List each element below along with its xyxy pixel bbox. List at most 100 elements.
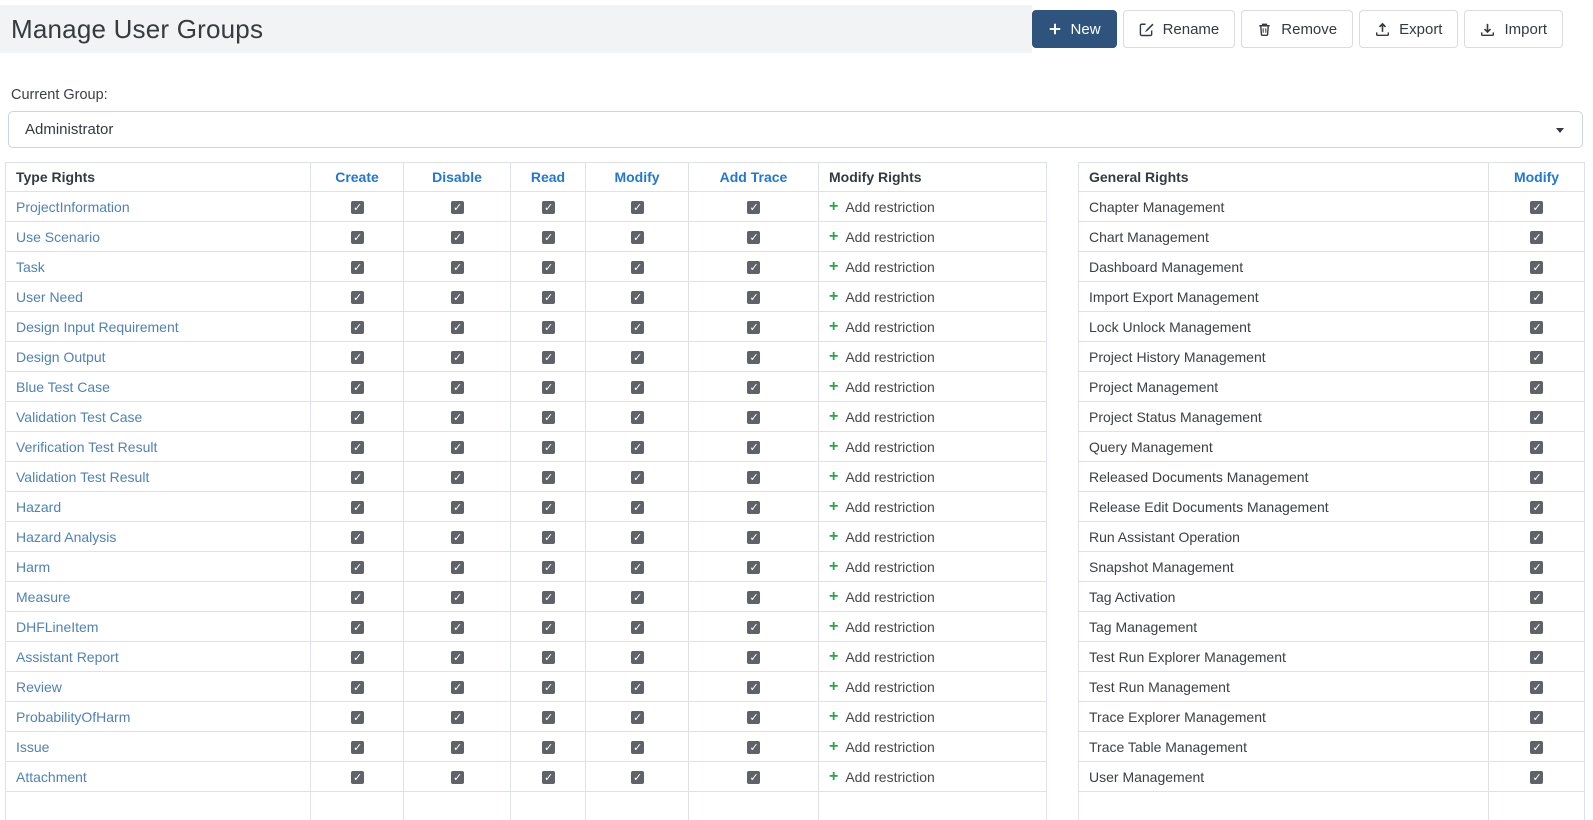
create-checkbox[interactable] xyxy=(351,231,364,244)
add-trace-checkbox[interactable] xyxy=(747,201,760,214)
add-trace-checkbox[interactable] xyxy=(747,381,760,394)
general-modify-checkbox[interactable] xyxy=(1530,471,1543,484)
create-column-header[interactable]: Create xyxy=(311,163,404,192)
disable-checkbox[interactable] xyxy=(451,651,464,664)
general-modify-checkbox[interactable] xyxy=(1530,711,1543,724)
create-checkbox[interactable] xyxy=(351,351,364,364)
read-column-header[interactable]: Read xyxy=(511,163,586,192)
disable-checkbox[interactable] xyxy=(451,681,464,694)
disable-checkbox[interactable] xyxy=(451,501,464,514)
type-name-link[interactable]: Verification Test Result xyxy=(16,439,157,455)
read-checkbox[interactable] xyxy=(542,711,555,724)
add-trace-checkbox[interactable] xyxy=(747,441,760,454)
add-trace-checkbox[interactable] xyxy=(747,471,760,484)
add-trace-checkbox[interactable] xyxy=(747,771,760,784)
create-checkbox[interactable] xyxy=(351,531,364,544)
create-checkbox[interactable] xyxy=(351,681,364,694)
modify-column-header[interactable]: Modify xyxy=(586,163,689,192)
add-restriction-link[interactable]: +Add restriction xyxy=(829,679,935,695)
modify-checkbox[interactable] xyxy=(631,201,644,214)
import-button[interactable]: Import xyxy=(1464,10,1563,48)
type-name-link[interactable]: Design Output xyxy=(16,349,106,365)
general-modify-checkbox[interactable] xyxy=(1530,531,1543,544)
read-checkbox[interactable] xyxy=(542,231,555,244)
add-restriction-link[interactable]: +Add restriction xyxy=(829,379,935,395)
disable-checkbox[interactable] xyxy=(451,471,464,484)
modify-checkbox[interactable] xyxy=(631,621,644,634)
read-checkbox[interactable] xyxy=(542,741,555,754)
add-restriction-link[interactable]: +Add restriction xyxy=(829,589,935,605)
type-name-link[interactable]: Harm xyxy=(16,559,50,575)
general-modify-checkbox[interactable] xyxy=(1530,381,1543,394)
modify-checkbox[interactable] xyxy=(631,591,644,604)
create-checkbox[interactable] xyxy=(351,201,364,214)
modify-checkbox[interactable] xyxy=(631,351,644,364)
modify-checkbox[interactable] xyxy=(631,231,644,244)
add-restriction-link[interactable]: +Add restriction xyxy=(829,709,935,725)
type-name-link[interactable]: Review xyxy=(16,679,62,695)
create-checkbox[interactable] xyxy=(351,411,364,424)
add-trace-checkbox[interactable] xyxy=(747,741,760,754)
read-checkbox[interactable] xyxy=(542,651,555,664)
add-trace-checkbox[interactable] xyxy=(747,321,760,334)
type-name-link[interactable]: Design Input Requirement xyxy=(16,319,179,335)
general-modify-checkbox[interactable] xyxy=(1530,561,1543,574)
add-restriction-link[interactable]: +Add restriction xyxy=(829,289,935,305)
read-checkbox[interactable] xyxy=(542,531,555,544)
modify-checkbox[interactable] xyxy=(631,771,644,784)
add-trace-column-header[interactable]: Add Trace xyxy=(689,163,819,192)
create-checkbox[interactable] xyxy=(351,591,364,604)
read-checkbox[interactable] xyxy=(542,441,555,454)
add-restriction-link[interactable]: +Add restriction xyxy=(829,739,935,755)
disable-checkbox[interactable] xyxy=(451,591,464,604)
create-checkbox[interactable] xyxy=(351,501,364,514)
disable-checkbox[interactable] xyxy=(451,291,464,304)
read-checkbox[interactable] xyxy=(542,561,555,574)
modify-checkbox[interactable] xyxy=(631,261,644,274)
add-trace-checkbox[interactable] xyxy=(747,531,760,544)
type-name-link[interactable]: Task xyxy=(16,259,45,275)
modify-checkbox[interactable] xyxy=(631,741,644,754)
general-modify-checkbox[interactable] xyxy=(1530,621,1543,634)
general-modify-checkbox[interactable] xyxy=(1530,291,1543,304)
read-checkbox[interactable] xyxy=(542,351,555,364)
read-checkbox[interactable] xyxy=(542,381,555,394)
disable-checkbox[interactable] xyxy=(451,561,464,574)
general-modify-checkbox[interactable] xyxy=(1530,591,1543,604)
type-name-link[interactable]: Measure xyxy=(16,589,70,605)
read-checkbox[interactable] xyxy=(542,261,555,274)
disable-checkbox[interactable] xyxy=(451,741,464,754)
type-name-link[interactable]: Use Scenario xyxy=(16,229,100,245)
type-name-link[interactable]: Validation Test Result xyxy=(16,469,149,485)
type-name-link[interactable]: DHFLineItem xyxy=(16,619,98,635)
disable-checkbox[interactable] xyxy=(451,231,464,244)
disable-checkbox[interactable] xyxy=(451,381,464,394)
create-checkbox[interactable] xyxy=(351,771,364,784)
type-name-link[interactable]: Attachment xyxy=(16,769,87,785)
read-checkbox[interactable] xyxy=(542,771,555,784)
read-checkbox[interactable] xyxy=(542,681,555,694)
modify-checkbox[interactable] xyxy=(631,681,644,694)
general-modify-checkbox[interactable] xyxy=(1530,231,1543,244)
general-modify-checkbox[interactable] xyxy=(1530,651,1543,664)
add-trace-checkbox[interactable] xyxy=(747,651,760,664)
modify-checkbox[interactable] xyxy=(631,651,644,664)
create-checkbox[interactable] xyxy=(351,381,364,394)
general-modify-checkbox[interactable] xyxy=(1530,771,1543,784)
read-checkbox[interactable] xyxy=(542,321,555,334)
read-checkbox[interactable] xyxy=(542,201,555,214)
modify-checkbox[interactable] xyxy=(631,441,644,454)
add-trace-checkbox[interactable] xyxy=(747,291,760,304)
export-button[interactable]: Export xyxy=(1359,10,1458,48)
disable-checkbox[interactable] xyxy=(451,771,464,784)
remove-button[interactable]: Remove xyxy=(1241,10,1353,48)
add-restriction-link[interactable]: +Add restriction xyxy=(829,499,935,515)
type-name-link[interactable]: Validation Test Case xyxy=(16,409,142,425)
add-trace-checkbox[interactable] xyxy=(747,711,760,724)
create-checkbox[interactable] xyxy=(351,441,364,454)
read-checkbox[interactable] xyxy=(542,471,555,484)
general-modify-checkbox[interactable] xyxy=(1530,681,1543,694)
add-trace-checkbox[interactable] xyxy=(747,621,760,634)
add-restriction-link[interactable]: +Add restriction xyxy=(829,259,935,275)
disable-column-header[interactable]: Disable xyxy=(404,163,511,192)
